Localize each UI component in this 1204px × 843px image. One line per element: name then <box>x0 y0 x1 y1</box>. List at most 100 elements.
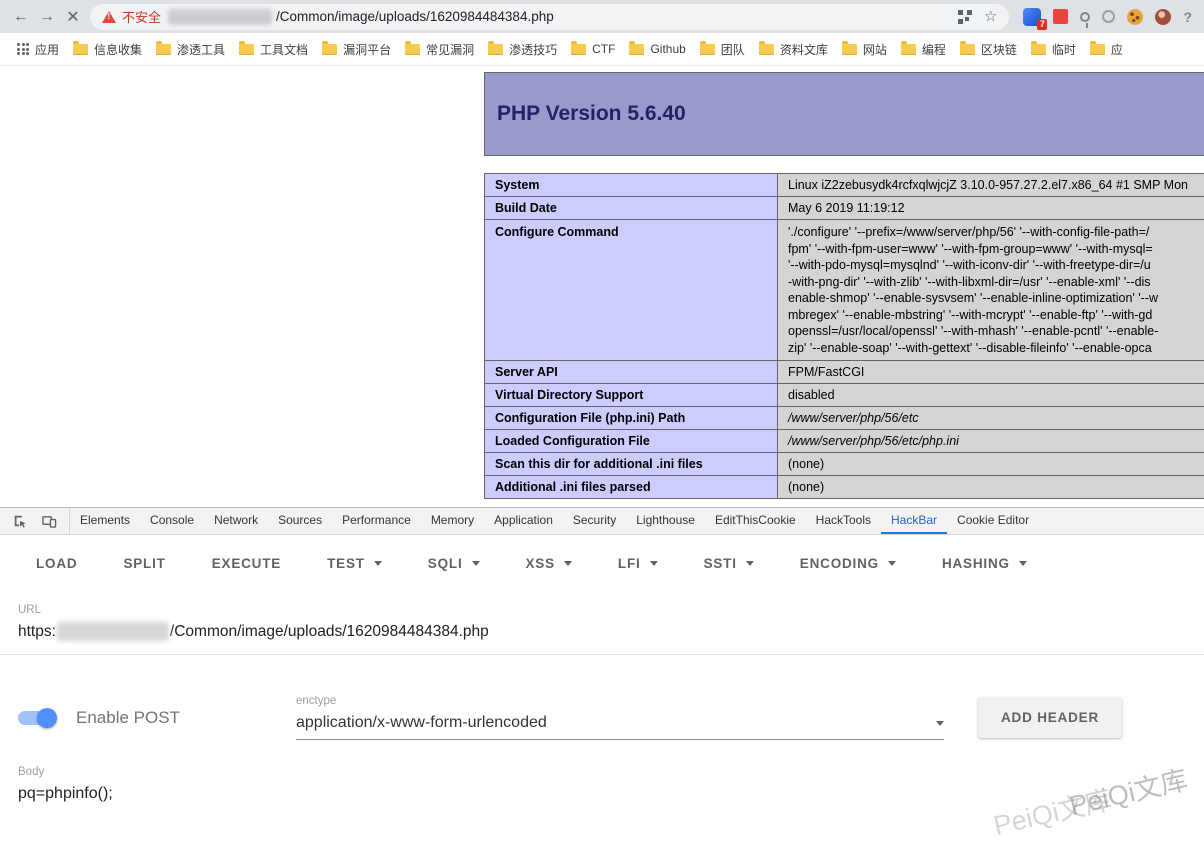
url-field[interactable]: https: /Common/image/uploads/16209844843… <box>18 622 1204 641</box>
hackbar-menu-ssti[interactable]: SSTI <box>704 556 754 571</box>
phpinfo-title: PHP Version 5.6.40 <box>497 102 686 126</box>
hackbar-menu-lfi[interactable]: LFI <box>618 556 658 571</box>
inspect-element-icon[interactable] <box>7 510 33 532</box>
extension-brown-icon[interactable] <box>1155 9 1171 25</box>
bookmark-folder[interactable]: 渗透工具 <box>149 37 232 62</box>
bookmark-folder[interactable]: 信息收集 <box>66 37 149 62</box>
extension-cookie-icon[interactable] <box>1127 9 1143 25</box>
enable-post-toggle[interactable] <box>18 711 54 725</box>
devtools-tab-editthiscookie[interactable]: EditThisCookie <box>705 508 806 534</box>
address-url-path: /Common/image/uploads/1620984484384.php <box>276 9 958 24</box>
phpinfo-table: SystemLinux iZ2zebusydk4rcfxqlwjcjZ 3.10… <box>484 173 1204 499</box>
folder-icon <box>759 44 774 55</box>
bookmark-label: 编程 <box>922 41 946 58</box>
extension-blue-icon[interactable]: 7 <box>1023 8 1041 26</box>
hackbar-menu: LOAD SPLIT EXECUTE TEST SQLI XSS LFI SSTI ENCODI… <box>0 535 1204 592</box>
devtools-tab-network[interactable]: Network <box>204 508 268 534</box>
bookmark-folder[interactable]: 临时 <box>1024 37 1083 62</box>
phpinfo-row-label: Additional .ini files parsed <box>485 476 778 499</box>
bookmark-label: 临时 <box>1052 41 1076 58</box>
caret-down-icon <box>564 561 572 566</box>
bookmark-folder[interactable]: 编程 <box>894 37 953 62</box>
hackbar-menu-encoding[interactable]: ENCODING <box>800 556 896 571</box>
devtools-tab-performance[interactable]: Performance <box>332 508 421 534</box>
bookmark-folder[interactable]: 团队 <box>693 37 752 62</box>
caret-down-icon <box>472 561 480 566</box>
bookmark-folder[interactable]: 漏洞平台 <box>315 37 398 62</box>
bookmark-folder[interactable]: 应 <box>1083 37 1130 62</box>
qr-code-icon[interactable] <box>958 10 972 24</box>
bookmarks-bar: 应用 信息收集渗透工具 工具文档漏洞平台常见漏洞渗透技巧CTFGithub 团队 资料… <box>0 33 1204 66</box>
extension-ring-icon[interactable] <box>1102 10 1115 23</box>
back-button[interactable]: ← <box>8 4 34 30</box>
bookmark-label: 工具文档 <box>260 41 308 58</box>
devtools-tabbar: ElementsConsoleNetworkSourcesPerformance… <box>0 507 1204 535</box>
devtools-tab-lighthouse[interactable]: Lighthouse <box>626 508 705 534</box>
bookmark-label: 资料文库 <box>780 41 828 58</box>
bookmark-folder[interactable]: CTF <box>564 38 622 60</box>
devtools-tab-security[interactable]: Security <box>563 508 626 534</box>
bookmark-folder[interactable]: 工具文档 <box>232 37 315 62</box>
bookmark-label: 信息收集 <box>94 41 142 58</box>
devtools-tab-hacktools[interactable]: HackTools <box>806 508 881 534</box>
hackbar-menu-load[interactable]: LOAD <box>36 556 77 571</box>
bookmark-folder[interactable]: 网站 <box>835 37 894 62</box>
folder-icon <box>405 44 420 55</box>
add-header-button[interactable]: ADD HEADER <box>978 697 1122 738</box>
forward-button[interactable]: → <box>34 4 60 30</box>
enctype-field: enctype application/x-www-form-urlencode… <box>296 695 944 740</box>
url-scheme: https: <box>18 623 56 641</box>
phpinfo-row-value: disabled <box>778 384 1204 407</box>
extension-pin-icon[interactable] <box>1080 12 1090 22</box>
bookmark-label: 应 <box>1111 41 1123 58</box>
bookmark-label: 团队 <box>721 41 745 58</box>
extensions-area: 7 ? <box>1023 8 1192 26</box>
phpinfo-row: Server APIFPM/FastCGI <box>485 361 1204 384</box>
devtools-tab-application[interactable]: Application <box>484 508 563 534</box>
bookmark-label: 应用 <box>35 41 59 58</box>
hackbar-menu-test[interactable]: TEST <box>327 556 382 571</box>
hackbar-menu-xss[interactable]: XSS <box>526 556 572 571</box>
phpinfo-row: Scan this dir for additional .ini files(… <box>485 453 1204 476</box>
bookmark-folder[interactable]: 渗透技巧 <box>481 37 564 62</box>
devtools-tab-hackbar[interactable]: HackBar <box>881 508 947 534</box>
caret-down-icon <box>650 561 658 566</box>
devtools-tab-elements[interactable]: Elements <box>70 508 140 534</box>
hackbar-url-section: URL https: /Common/image/uploads/1620984… <box>0 592 1204 655</box>
phpinfo-row-value: (none) <box>778 453 1204 476</box>
devtools-tab-memory[interactable]: Memory <box>421 508 484 534</box>
hackbar-menu-execute[interactable]: EXECUTE <box>212 556 281 571</box>
stop-button[interactable]: ✕ <box>60 4 86 30</box>
bookmark-folder[interactable]: 资料文库 <box>752 37 835 62</box>
phpinfo-row-label: Loaded Configuration File <box>485 430 778 453</box>
extension-help-icon[interactable]: ? <box>1183 9 1192 25</box>
caret-down-icon <box>374 561 382 566</box>
phpinfo-row: Build DateMay 6 2019 11:19:12 <box>485 197 1204 220</box>
phpinfo-row-value: Linux iZ2zebusydk4rcfxqlwjcjZ 3.10.0-957… <box>778 174 1204 197</box>
hackbar-menu-sqli[interactable]: SQLI <box>428 556 480 571</box>
address-bar[interactable]: 不安全 /Common/image/uploads/1620984484384.… <box>90 4 1009 30</box>
device-toolbar-icon[interactable] <box>36 510 62 532</box>
bookmark-label: 网站 <box>863 41 887 58</box>
enctype-select[interactable]: application/x-www-form-urlencoded <box>296 714 944 740</box>
bookmark-folder[interactable]: Github <box>622 38 692 60</box>
bookmark-folder[interactable]: 常见漏洞 <box>398 37 481 62</box>
security-warning-icon <box>102 11 116 23</box>
devtools-tab-sources[interactable]: Sources <box>268 508 332 534</box>
bookmark-star-icon[interactable]: ☆ <box>984 9 997 24</box>
phpinfo-row: SystemLinux iZ2zebusydk4rcfxqlwjcjZ 3.10… <box>485 174 1204 197</box>
bookmark-folder[interactable]: 区块链 <box>953 37 1024 62</box>
folder-icon <box>842 44 857 55</box>
bookmark-apps[interactable]: 应用 <box>10 37 66 62</box>
hackbar-menu-split[interactable]: SPLIT <box>123 556 165 571</box>
hackbar-body-section: Body pq=phpinfo(); <box>0 740 1204 803</box>
extension-red-icon[interactable] <box>1053 9 1068 24</box>
body-field[interactable]: pq=phpinfo(); <box>18 785 1204 803</box>
phpinfo-row-value: May 6 2019 11:19:12 <box>778 197 1204 220</box>
folder-icon <box>322 44 337 55</box>
hackbar-menu-hashing[interactable]: HASHING <box>942 556 1027 571</box>
devtools-tab-console[interactable]: Console <box>140 508 204 534</box>
devtools-tab-cookie-editor[interactable]: Cookie Editor <box>947 508 1039 534</box>
folder-icon <box>571 44 586 55</box>
phpinfo-row: Virtual Directory Supportdisabled <box>485 384 1204 407</box>
